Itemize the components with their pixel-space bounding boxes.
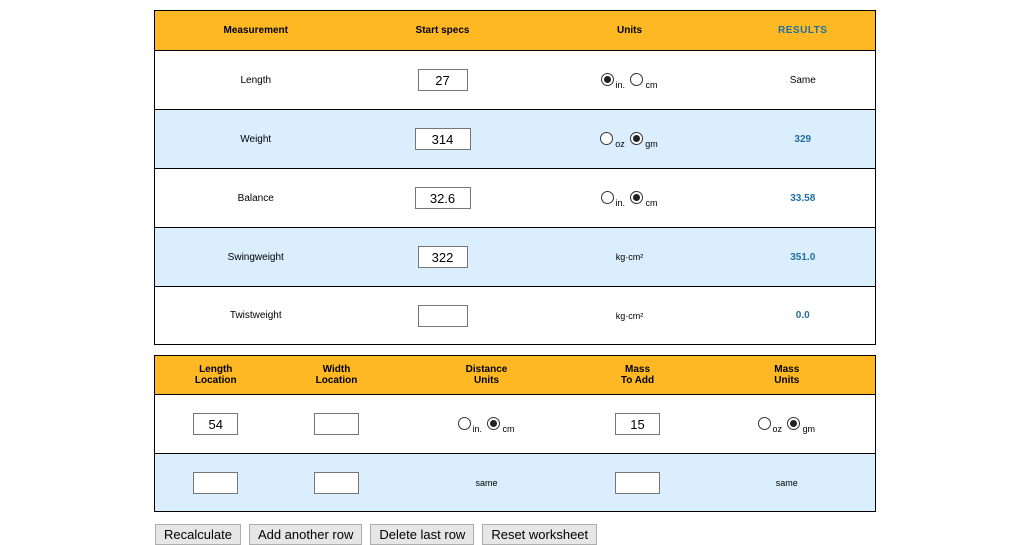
twistweight-input[interactable] [417,304,468,327]
weight-oz-radio[interactable] [600,131,614,145]
swingweight-input[interactable] [417,246,468,268]
mass-oz-label-1: oz [772,423,783,434]
distance-in-radio-1[interactable] [457,416,471,430]
result-balance: 33.58 [730,168,876,228]
mass-row-1: in. cm oz gm [154,394,876,454]
length-cm-label: cm [645,79,658,90]
distance-cm-label-1: cm [502,423,515,434]
header-results: RESULTS [730,10,876,51]
result-twistweight: 0.0 [730,286,876,345]
row-balance: Balance in. cm 33.58 [154,168,876,228]
balance-in-label: in. [615,197,626,208]
label-balance: Balance [154,168,357,228]
width-location-input-2[interactable] [314,471,359,494]
label-weight: Weight [154,109,357,169]
mass-unit-group-1: oz gm [698,394,876,454]
balance-cm-radio[interactable] [630,190,644,204]
header-units: Units [528,10,731,51]
length-in-label: in. [615,79,626,90]
mass-to-add-input-2[interactable] [615,471,660,494]
result-weight: 329 [730,109,876,169]
weight-gm-label: gm [645,138,658,149]
balance-in-radio[interactable] [600,190,614,204]
weight-input[interactable] [414,128,471,150]
label-length: Length [154,50,357,110]
weight-oz-label: oz [615,138,625,149]
distance-cm-radio-1[interactable] [487,416,501,430]
mass-gm-radio-1[interactable] [787,416,801,430]
row-length: Length in. cm Same [154,50,876,110]
header-mass-units: Mass Units [698,355,876,395]
distance-in-label-1: in. [472,423,483,434]
mass-gm-label-1: gm [802,423,815,434]
length-unit-group: in. cm [528,50,731,110]
recalculate-button[interactable]: Recalculate [155,524,241,545]
weight-gm-radio[interactable] [630,131,644,145]
mass-oz-radio-1[interactable] [757,416,771,430]
measurement-table: Measurement Start specs Units RESULTS Le… [154,10,876,345]
result-length: Same [730,50,876,110]
width-location-input-1[interactable] [314,413,359,435]
length-cm-radio[interactable] [630,72,644,86]
length-location-input-2[interactable] [193,471,239,494]
action-buttons: Recalculate Add another row Delete last … [155,524,598,545]
mass-same-2: same [698,453,876,512]
distance-same-2: same [396,453,577,512]
result-swingweight: 351.0 [730,227,876,287]
add-row-button[interactable]: Add another row [248,524,363,545]
header-width-location: Width Location [276,355,397,395]
mass-row-2: same same [154,453,876,512]
label-swingweight: Swingweight [154,227,357,287]
length-location-input-1[interactable] [193,413,239,435]
weight-unit-group: oz gm [528,109,731,169]
length-input[interactable] [417,69,468,91]
balance-cm-label: cm [645,197,658,208]
swingweight-unit: kg·cm² [528,227,731,287]
mass-to-add-input-1[interactable] [615,413,660,435]
delete-row-button[interactable]: Delete last row [370,524,475,545]
twistweight-unit: kg·cm² [528,286,731,345]
row-twistweight: Twistweight kg·cm² 0.0 [154,286,876,345]
row-weight: Weight oz gm 329 [154,109,876,169]
length-in-radio[interactable] [600,72,614,86]
mass-table: Length Location Width Location Distance Uni… [154,355,876,512]
row-swingweight: Swingweight kg·cm² 351.0 [154,227,876,287]
header-length-location: Length Location [154,355,277,395]
label-twistweight: Twistweight [154,286,357,345]
header-start-specs: Start specs [356,10,529,51]
distance-unit-group-1: in. cm [396,394,577,454]
header-mass-to-add: Mass To Add [576,355,699,395]
balance-input[interactable] [414,187,471,209]
balance-unit-group: in. cm [528,168,731,228]
reset-worksheet-button[interactable]: Reset worksheet [482,524,598,545]
header-distance-units: Distance Units [396,355,577,395]
header-measurement: Measurement [154,10,357,51]
